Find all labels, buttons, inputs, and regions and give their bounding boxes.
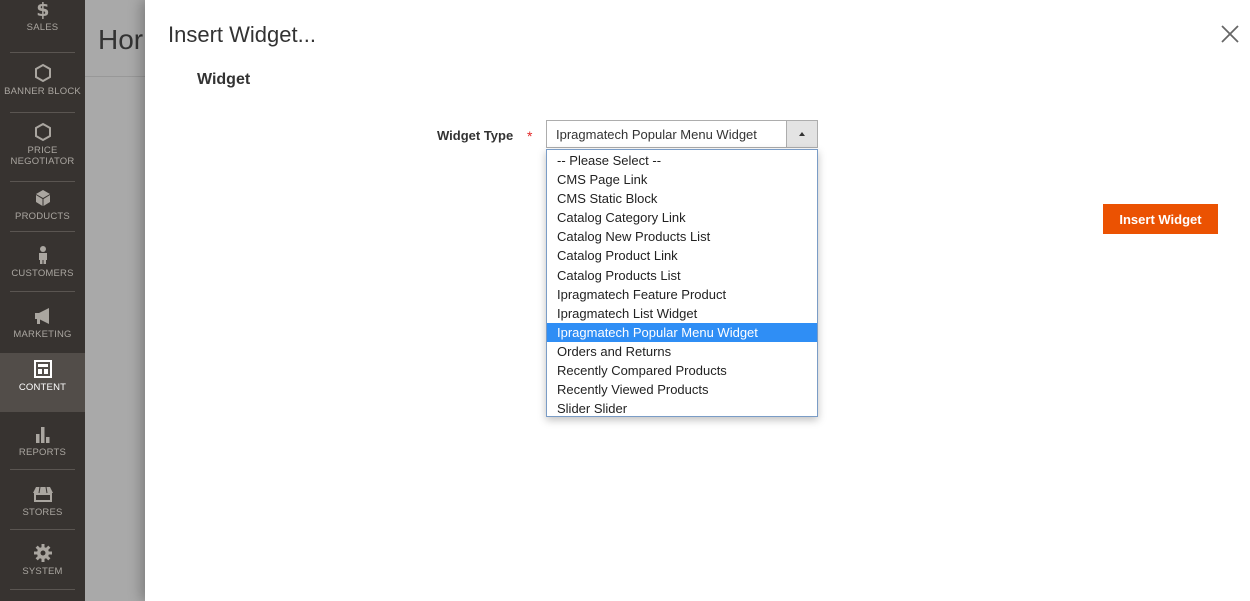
widget-type-option[interactable]: Ipragmatech Popular Menu Widget — [547, 322, 817, 342]
sidebar-divider — [10, 181, 75, 182]
sidebar-divider — [10, 469, 75, 470]
nav-item-customers[interactable]: CUSTOMERS — [0, 244, 85, 279]
nav-item-marketing[interactable]: MARKETING — [0, 305, 85, 340]
page-title: Hor — [98, 24, 144, 55]
storefront-icon — [32, 483, 54, 505]
megaphone-icon — [34, 305, 52, 327]
nav-item-stores[interactable]: STORES — [0, 483, 85, 518]
widget-type-option[interactable]: CMS Page Link — [547, 170, 817, 189]
sidebar-divider — [10, 52, 75, 53]
nav-item-content[interactable]: CONTENT — [0, 353, 85, 412]
dollar-icon: $ — [35, 0, 51, 20]
widget-type-option[interactable]: Recently Viewed Products — [547, 380, 817, 399]
widget-type-select[interactable]: Ipragmatech Popular Menu Widget — [546, 120, 818, 148]
bar-chart-icon — [34, 423, 52, 445]
section-title: Widget — [197, 71, 251, 88]
box-icon — [35, 187, 51, 209]
hexagon-icon — [34, 121, 52, 143]
nav-item-system[interactable]: SYSTEM — [0, 542, 85, 577]
sidebar-divider — [10, 291, 75, 292]
nav-item-products[interactable]: PRODUCTS — [0, 187, 85, 222]
person-icon — [37, 244, 49, 266]
nav-label-reports: REPORTS — [18, 447, 67, 458]
modal-title: Insert Widget... — [168, 22, 316, 47]
widget-type-option[interactable]: Catalog New Products List — [547, 227, 817, 246]
layout-icon — [33, 358, 53, 380]
nav-item-reports[interactable]: REPORTS — [0, 423, 85, 458]
widget-type-option[interactable]: Catalog Product Link — [547, 246, 817, 265]
widget-type-option[interactable]: Ipragmatech Feature Product — [547, 285, 817, 304]
widget-type-option[interactable]: Ipragmatech List Widget — [547, 304, 817, 323]
insert-widget-modal: Insert Widget... Widget Widget Type * Ip… — [145, 0, 1250, 601]
nav-label-sales: SALES — [26, 22, 59, 33]
gear-icon — [33, 542, 53, 564]
nav-label-banner-block: BANNER BLOCK — [4, 86, 81, 97]
page-behind-overlay: Hor — [85, 0, 145, 601]
sidebar-divider — [10, 231, 75, 232]
svg-text:$: $ — [36, 0, 49, 19]
widget-type-option[interactable]: Catalog Category Link — [547, 208, 817, 227]
nav-label-marketing: MARKETING — [13, 329, 72, 340]
widget-type-option[interactable]: CMS Static Block — [547, 189, 817, 208]
widget-type-option[interactable]: -- Please Select -- — [547, 151, 817, 170]
admin-sidebar: $ SALES BANNER BLOCK PRICE NEGOTIATOR PR… — [0, 0, 85, 601]
nav-label-content: CONTENT — [18, 382, 67, 393]
nav-label-customers: CUSTOMERS — [11, 268, 74, 279]
nav-label-products: PRODUCTS — [15, 211, 70, 222]
close-icon — [1221, 25, 1239, 43]
page-header-divider — [85, 76, 145, 77]
sidebar-divider — [10, 112, 75, 113]
widget-type-option[interactable]: Slider Slider — [547, 399, 817, 418]
nav-label-price-negotiator: PRICE NEGOTIATOR — [10, 145, 75, 167]
sidebar-divider — [10, 529, 75, 530]
nav-item-sales[interactable]: $ SALES — [0, 0, 85, 33]
widget-type-option[interactable]: Recently Compared Products — [547, 361, 817, 380]
widget-type-label: Widget Type — [437, 128, 514, 143]
required-mark: * — [527, 128, 533, 144]
chevron-up-icon — [799, 132, 805, 136]
hexagon-icon — [34, 62, 52, 84]
nav-label-stores: STORES — [22, 507, 63, 518]
insert-widget-button[interactable]: Insert Widget — [1103, 204, 1218, 234]
close-button[interactable] — [1218, 22, 1242, 46]
widget-type-selected-value: Ipragmatech Popular Menu Widget — [556, 127, 757, 142]
app-root: $ SALES BANNER BLOCK PRICE NEGOTIATOR PR… — [0, 0, 1250, 601]
select-toggle[interactable] — [786, 121, 817, 147]
widget-type-options-list: -- Please Select -- CMS Page Link CMS Stat… — [546, 149, 818, 417]
nav-label-system: SYSTEM — [22, 566, 63, 577]
sidebar-divider — [10, 589, 75, 590]
nav-item-price-negotiator[interactable]: PRICE NEGOTIATOR — [0, 121, 85, 167]
widget-type-option[interactable]: Orders and Returns — [547, 342, 817, 361]
nav-item-banner-block[interactable]: BANNER BLOCK — [0, 62, 85, 97]
widget-type-option[interactable]: Catalog Products List — [547, 266, 817, 285]
